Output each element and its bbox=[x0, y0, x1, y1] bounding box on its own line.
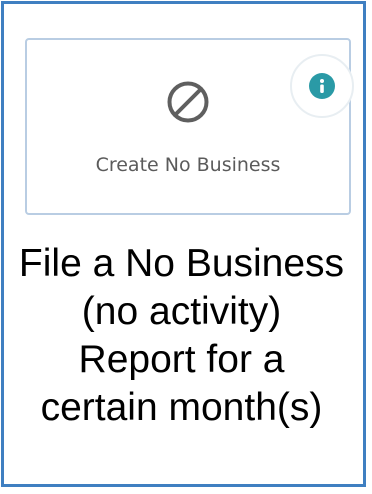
info-icon[interactable] bbox=[309, 73, 335, 99]
description-text: File a No Business (no activity) Report … bbox=[10, 240, 353, 432]
description-line: (no activity) bbox=[81, 290, 282, 333]
description-line: File a No Business bbox=[18, 242, 345, 285]
prohibited-icon bbox=[166, 80, 210, 124]
card-label: Create No Business bbox=[95, 154, 281, 176]
description-line: certain month(s) bbox=[40, 386, 323, 429]
info-badge bbox=[290, 54, 354, 118]
panel-frame: Create No Business File a No Business (n… bbox=[1, 1, 366, 487]
create-no-business-card[interactable]: Create No Business bbox=[25, 38, 354, 215]
description-line: Report for a bbox=[78, 338, 285, 381]
